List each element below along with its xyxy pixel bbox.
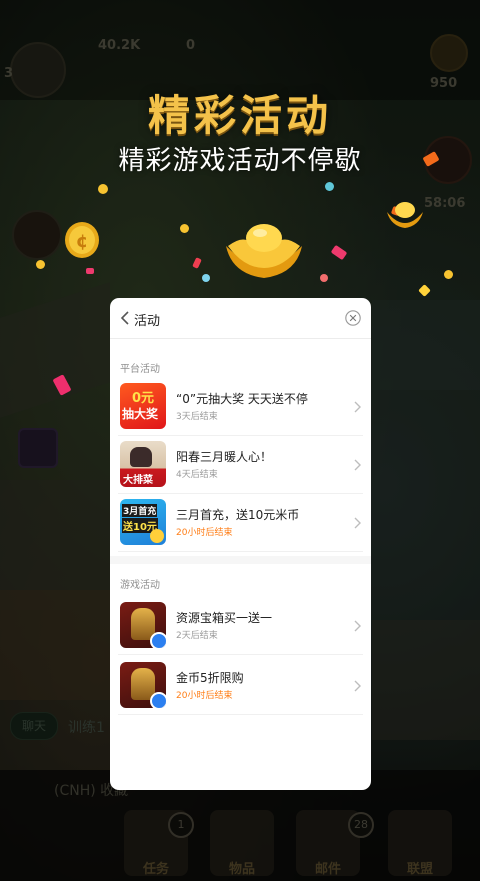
mascot-icon	[150, 529, 164, 543]
activity-item[interactable]: 0元 抽大奖 “0”元抽大奖 天天送不停 3天后结束	[118, 378, 363, 436]
panel-title: 活动	[134, 314, 161, 329]
close-icon[interactable]	[345, 310, 361, 326]
activity-title: 金币5折限购	[176, 671, 244, 685]
activity-deadline: 3天后结束	[176, 412, 218, 422]
thumbnail-text: 大排菜	[123, 475, 153, 486]
badge-icon	[150, 692, 166, 708]
hand-icon	[130, 447, 152, 467]
activity-item[interactable]: 资源宝箱买一送一 2天后结束	[118, 597, 363, 655]
thumbnail-text: 抽大奖	[122, 407, 159, 421]
activity-item[interactable]: 大排菜 阳春三月暖人心！ 4天后结束	[118, 436, 363, 494]
activity-thumbnail: 大排菜	[120, 441, 166, 487]
chevron-right-icon	[354, 620, 361, 632]
confetti	[36, 260, 45, 269]
gold-ingot-icon	[387, 202, 423, 228]
confetti	[202, 274, 210, 282]
activity-thumbnail: 3月首充 送10元	[120, 499, 166, 545]
section-label-game: 游戏活动	[120, 580, 160, 591]
activity-item[interactable]: 金币5折限购 20小时后结束	[118, 657, 363, 715]
activity-title: “0”元抽大奖 天天送不停	[176, 392, 308, 406]
game-thumbnail	[120, 662, 166, 708]
confetti	[325, 182, 334, 191]
activity-title: 三月首充，送10元米币	[176, 508, 300, 522]
activity-title: 阳春三月暖人心！	[176, 450, 273, 464]
confetti	[180, 224, 189, 233]
confetti	[98, 184, 108, 194]
activity-item[interactable]: 3月首充 送10元 三月首充，送10元米币 20小时后结束	[118, 494, 363, 552]
gold-coin-icon: ¢	[65, 222, 99, 258]
chevron-right-icon	[354, 680, 361, 692]
activity-title: 资源宝箱买一送一	[176, 611, 273, 625]
game-thumbnail	[120, 602, 166, 648]
activity-deadline: 2天后结束	[176, 631, 218, 641]
confetti	[320, 274, 328, 282]
thumbnail-text: 3月首充	[122, 504, 158, 517]
section-label-platform: 平台活动	[120, 364, 160, 375]
activity-deadline: 20小时后结束	[176, 691, 233, 701]
chevron-right-icon	[354, 459, 361, 471]
section-divider	[110, 556, 371, 564]
activity-deadline: 4天后结束	[176, 470, 218, 480]
confetti	[444, 270, 453, 279]
thumbnail-text: 0元	[132, 391, 155, 406]
promo-subheadline: 精彩游戏活动不停歇	[118, 146, 362, 176]
back-chevron-icon[interactable]	[118, 309, 134, 327]
activity-deadline: 20小时后结束	[176, 528, 233, 538]
confetti	[86, 268, 94, 274]
activity-thumbnail: 0元 抽大奖	[120, 383, 166, 429]
badge-icon	[150, 632, 166, 648]
chevron-right-icon	[354, 517, 361, 529]
chevron-right-icon	[354, 401, 361, 413]
promo-headline: 精彩活动	[147, 91, 332, 140]
svg-text:¢: ¢	[76, 231, 89, 252]
gold-ingot-icon	[226, 224, 302, 278]
activity-panel: 活动 平台活动 0元 抽大奖 “0”元抽大奖 天天送不停 3天后结束 大排菜 阳…	[110, 298, 371, 790]
panel-header: 活动	[110, 298, 371, 339]
